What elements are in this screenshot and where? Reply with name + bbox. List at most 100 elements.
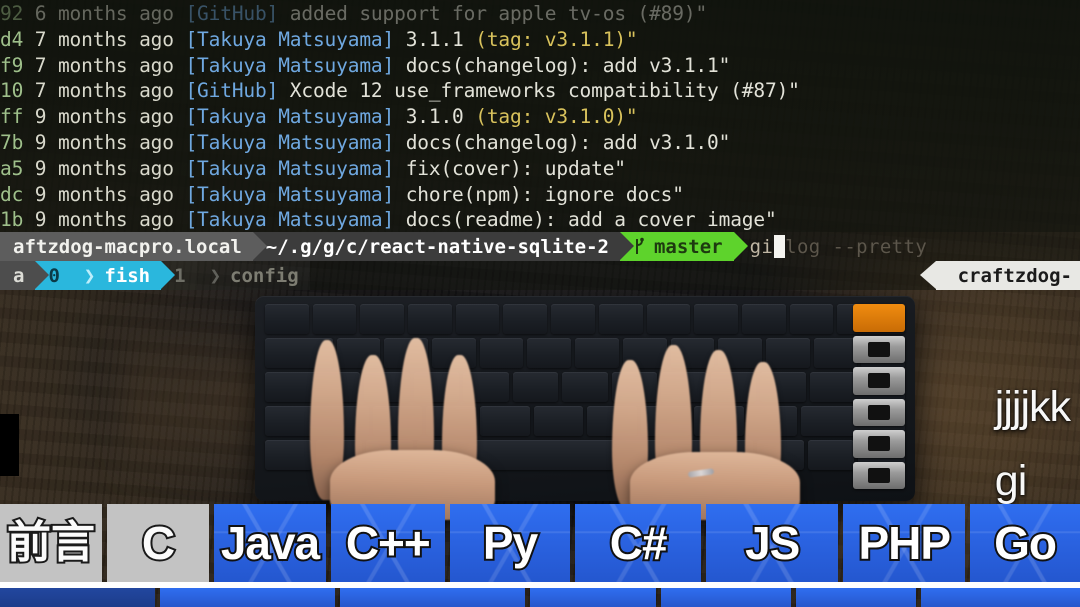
keyboard-key: [813, 338, 858, 368]
keyboard-key-opt-right: [807, 440, 855, 470]
keyboard-key: [765, 338, 810, 368]
commit-date: 6 months ago: [34, 2, 174, 25]
terminal-window[interactable]: 92 6 months ago [GitHub] added support f…: [0, 0, 1080, 232]
tab-preface[interactable]: 前言: [0, 504, 103, 582]
chevron-right-icon: ❯: [83, 264, 96, 287]
keyboard-key: [360, 304, 405, 334]
tab-row2-item[interactable]: [795, 588, 916, 607]
next-prompt-hostname: craftzdog-: [919, 261, 1080, 290]
commit-author: [Takuya Matsuyama]: [185, 130, 395, 154]
autosuggestion: log --pretty: [785, 235, 928, 258]
commit-author: [GitHub]: [185, 2, 279, 25]
git-log-row: dc 9 months ago [Takuya Matsuyama] chore…: [0, 182, 1080, 208]
keyboard-switch: [853, 461, 905, 489]
prompt-user: a: [13, 264, 25, 287]
commit-message: docs(readme): add a cover image": [405, 208, 777, 232]
keyboard-key: [533, 406, 584, 436]
commit-date: 7 months ago: [34, 27, 174, 51]
tab-label: C++: [344, 517, 433, 569]
tab-label: JS: [743, 517, 802, 569]
keyboard-key-ctrl: [265, 440, 312, 470]
prompt-path-segment: ~/.g/g/c/react-native-sqlite-2: [252, 232, 635, 261]
tab-label: Java: [219, 517, 322, 569]
chapter-tabs: 前言 C Java C++ Py C# JS PHP Go: [0, 504, 1080, 582]
tab-label: C#: [608, 517, 670, 569]
tab-row2-item[interactable]: [530, 588, 657, 607]
tab-label: Py: [481, 517, 540, 569]
keyboard-key: [789, 304, 834, 334]
text-cursor: [774, 235, 786, 258]
tab-cpp[interactable]: C++: [330, 504, 445, 582]
tab-row2-item[interactable]: [661, 588, 791, 607]
keyboard-key: [503, 304, 548, 334]
prompt-user-segment: a: [0, 261, 51, 290]
tab-label: C: [140, 517, 177, 569]
git-log-row: d4 7 months ago [Takuya Matsuyama] 3.1.1…: [0, 27, 1080, 53]
prompt-context: config: [230, 264, 299, 287]
tab-row2-item[interactable]: [160, 588, 336, 607]
git-log-row: ff 9 months ago [Takuya Matsuyama] 3.1.0…: [0, 104, 1080, 130]
keyboard-exposed-switches: [853, 304, 905, 489]
git-log-row: 1b 9 months ago [Takuya Matsuyama] docs(…: [0, 207, 1080, 232]
tab-php[interactable]: PHP: [843, 504, 966, 582]
commit-author: [Takuya Matsuyama]: [185, 27, 395, 51]
tab-label: 前言: [5, 518, 97, 567]
prompt-status-code: 0: [48, 264, 60, 287]
commit-hash: d4: [0, 27, 24, 51]
tab-java[interactable]: Java: [214, 504, 326, 582]
keyboard-key: [598, 304, 643, 334]
commit-hash: 92: [0, 2, 24, 25]
keyboard-key: [741, 304, 786, 334]
keyboard-key: [694, 304, 738, 334]
tab-row2-item[interactable]: [920, 588, 1080, 607]
commit-hash: 1b: [0, 208, 24, 232]
keyboard-key: [479, 338, 524, 368]
commit-date: 9 months ago: [34, 208, 174, 232]
tab-row2-item[interactable]: [340, 588, 526, 607]
command-input-line[interactable]: git log --pretty: [733, 232, 1080, 261]
commit-tag: (tag: v3.1.0)": [475, 105, 638, 129]
keyboard-key: [408, 304, 452, 334]
keyboard-key: [512, 372, 559, 402]
commit-date: 7 months ago: [34, 79, 174, 103]
commit-author: [Takuya Matsuyama]: [185, 105, 395, 129]
keyboard-key: [527, 338, 572, 368]
git-log-row: 10 7 months ago [GitHub] Xcode 12 use_fr…: [0, 78, 1080, 104]
prompt-shell-name: fish: [104, 264, 151, 287]
chapter-tabs-second-row: [0, 588, 1080, 607]
prompt-jobs-count: 1: [174, 264, 186, 287]
git-log-row: a5 9 months ago [Takuya Matsuyama] fix(c…: [0, 156, 1080, 182]
commit-tag: (tag: v3.1.1)": [475, 27, 638, 51]
commit-hash: ff: [0, 105, 24, 129]
tab-js[interactable]: JS: [705, 504, 839, 582]
chapter-tab-bar: 前言 C Java C++ Py C# JS PHP Go: [0, 504, 1080, 607]
keyboard-key: [455, 304, 500, 334]
prompt-row-secondary: a 0 ❯ fish 1 ❯ config: [0, 261, 1080, 290]
keyboard-key: [551, 304, 595, 334]
commit-author: [Takuya Matsuyama]: [185, 208, 395, 232]
commit-author: [Takuya Matsuyama]: [185, 156, 395, 180]
git-log-row: 7b 9 months ago [Takuya Matsuyama] docs(…: [0, 130, 1080, 156]
screen-capture: 92 6 months ago [GitHub] added support f…: [0, 0, 1080, 607]
keystroke-line-1: jjjjkk: [994, 383, 1071, 431]
commit-hash: f9: [0, 53, 24, 77]
tab-go[interactable]: Go: [970, 504, 1080, 582]
git-log-row: f9 7 months ago [Takuya Matsuyama] docs(…: [0, 53, 1080, 79]
commit-message: 3.1.0: [405, 105, 476, 129]
commit-date: 7 months ago: [34, 53, 174, 77]
git-log-row: 92 6 months ago [GitHub] added support f…: [0, 1, 1080, 27]
commit-hash: 7b: [0, 130, 24, 154]
commit-hash: a5: [0, 156, 24, 180]
keyboard-switch: [853, 367, 905, 395]
tab-py[interactable]: Py: [449, 504, 571, 582]
tab-row2-item[interactable]: [0, 588, 156, 607]
prompt-hostname: aftzdog-macpro.local: [13, 235, 242, 258]
prompt-git-branch: master: [653, 235, 723, 258]
tab-label: PHP: [856, 517, 953, 569]
tab-c[interactable]: C: [107, 504, 210, 582]
shell-prompt: aftzdog-macpro.local ~/.g/g/c/react-nati…: [0, 232, 1080, 290]
keyboard-key: [265, 304, 309, 334]
commit-author: [GitHub]: [185, 79, 279, 103]
commit-date: 9 months ago: [34, 182, 174, 206]
tab-csharp[interactable]: C#: [575, 504, 701, 582]
